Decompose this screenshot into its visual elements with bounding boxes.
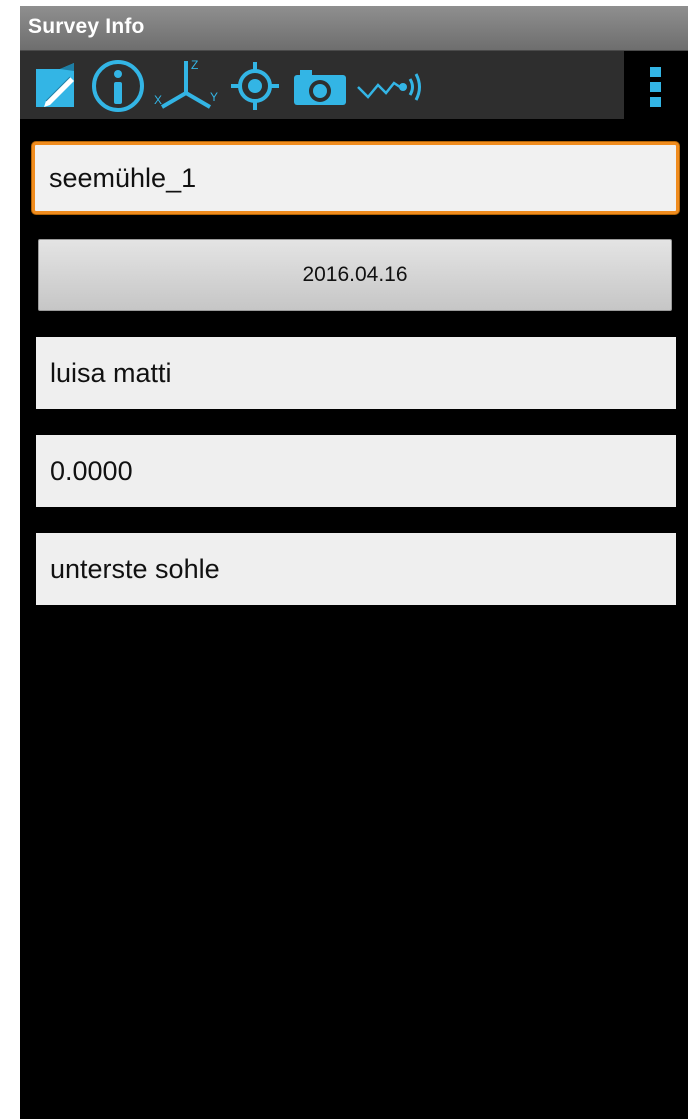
overflow-menu-area [624, 51, 688, 119]
sensor-icon[interactable] [356, 67, 424, 107]
title-bar: Survey Info [20, 6, 688, 51]
window-title: Survey Info [28, 15, 145, 38]
axis-z-label: Z [191, 58, 198, 72]
date-button[interactable]: 2016.04.16 [38, 239, 672, 311]
axis-y-label: Y [210, 90, 218, 104]
survey-name-input[interactable]: seemühle_1 [32, 142, 679, 214]
team-input[interactable]: luisa matti [36, 337, 676, 409]
note-edit-icon[interactable] [34, 61, 78, 109]
camera-icon[interactable] [292, 67, 348, 107]
axis-x-label: X [154, 93, 162, 107]
info-icon[interactable] [90, 58, 146, 114]
declination-input[interactable]: 0.0000 [36, 435, 676, 507]
overflow-menu-icon[interactable] [648, 65, 664, 109]
app-screen: Survey Info Z X Y seemühle_1 2016.04.16 … [20, 6, 688, 1119]
comment-input[interactable]: unterste sohle [36, 533, 676, 605]
axes-xyz-icon[interactable]: Z X Y [150, 55, 220, 117]
locate-icon[interactable] [230, 61, 280, 111]
action-bar: Z X Y [20, 51, 688, 119]
